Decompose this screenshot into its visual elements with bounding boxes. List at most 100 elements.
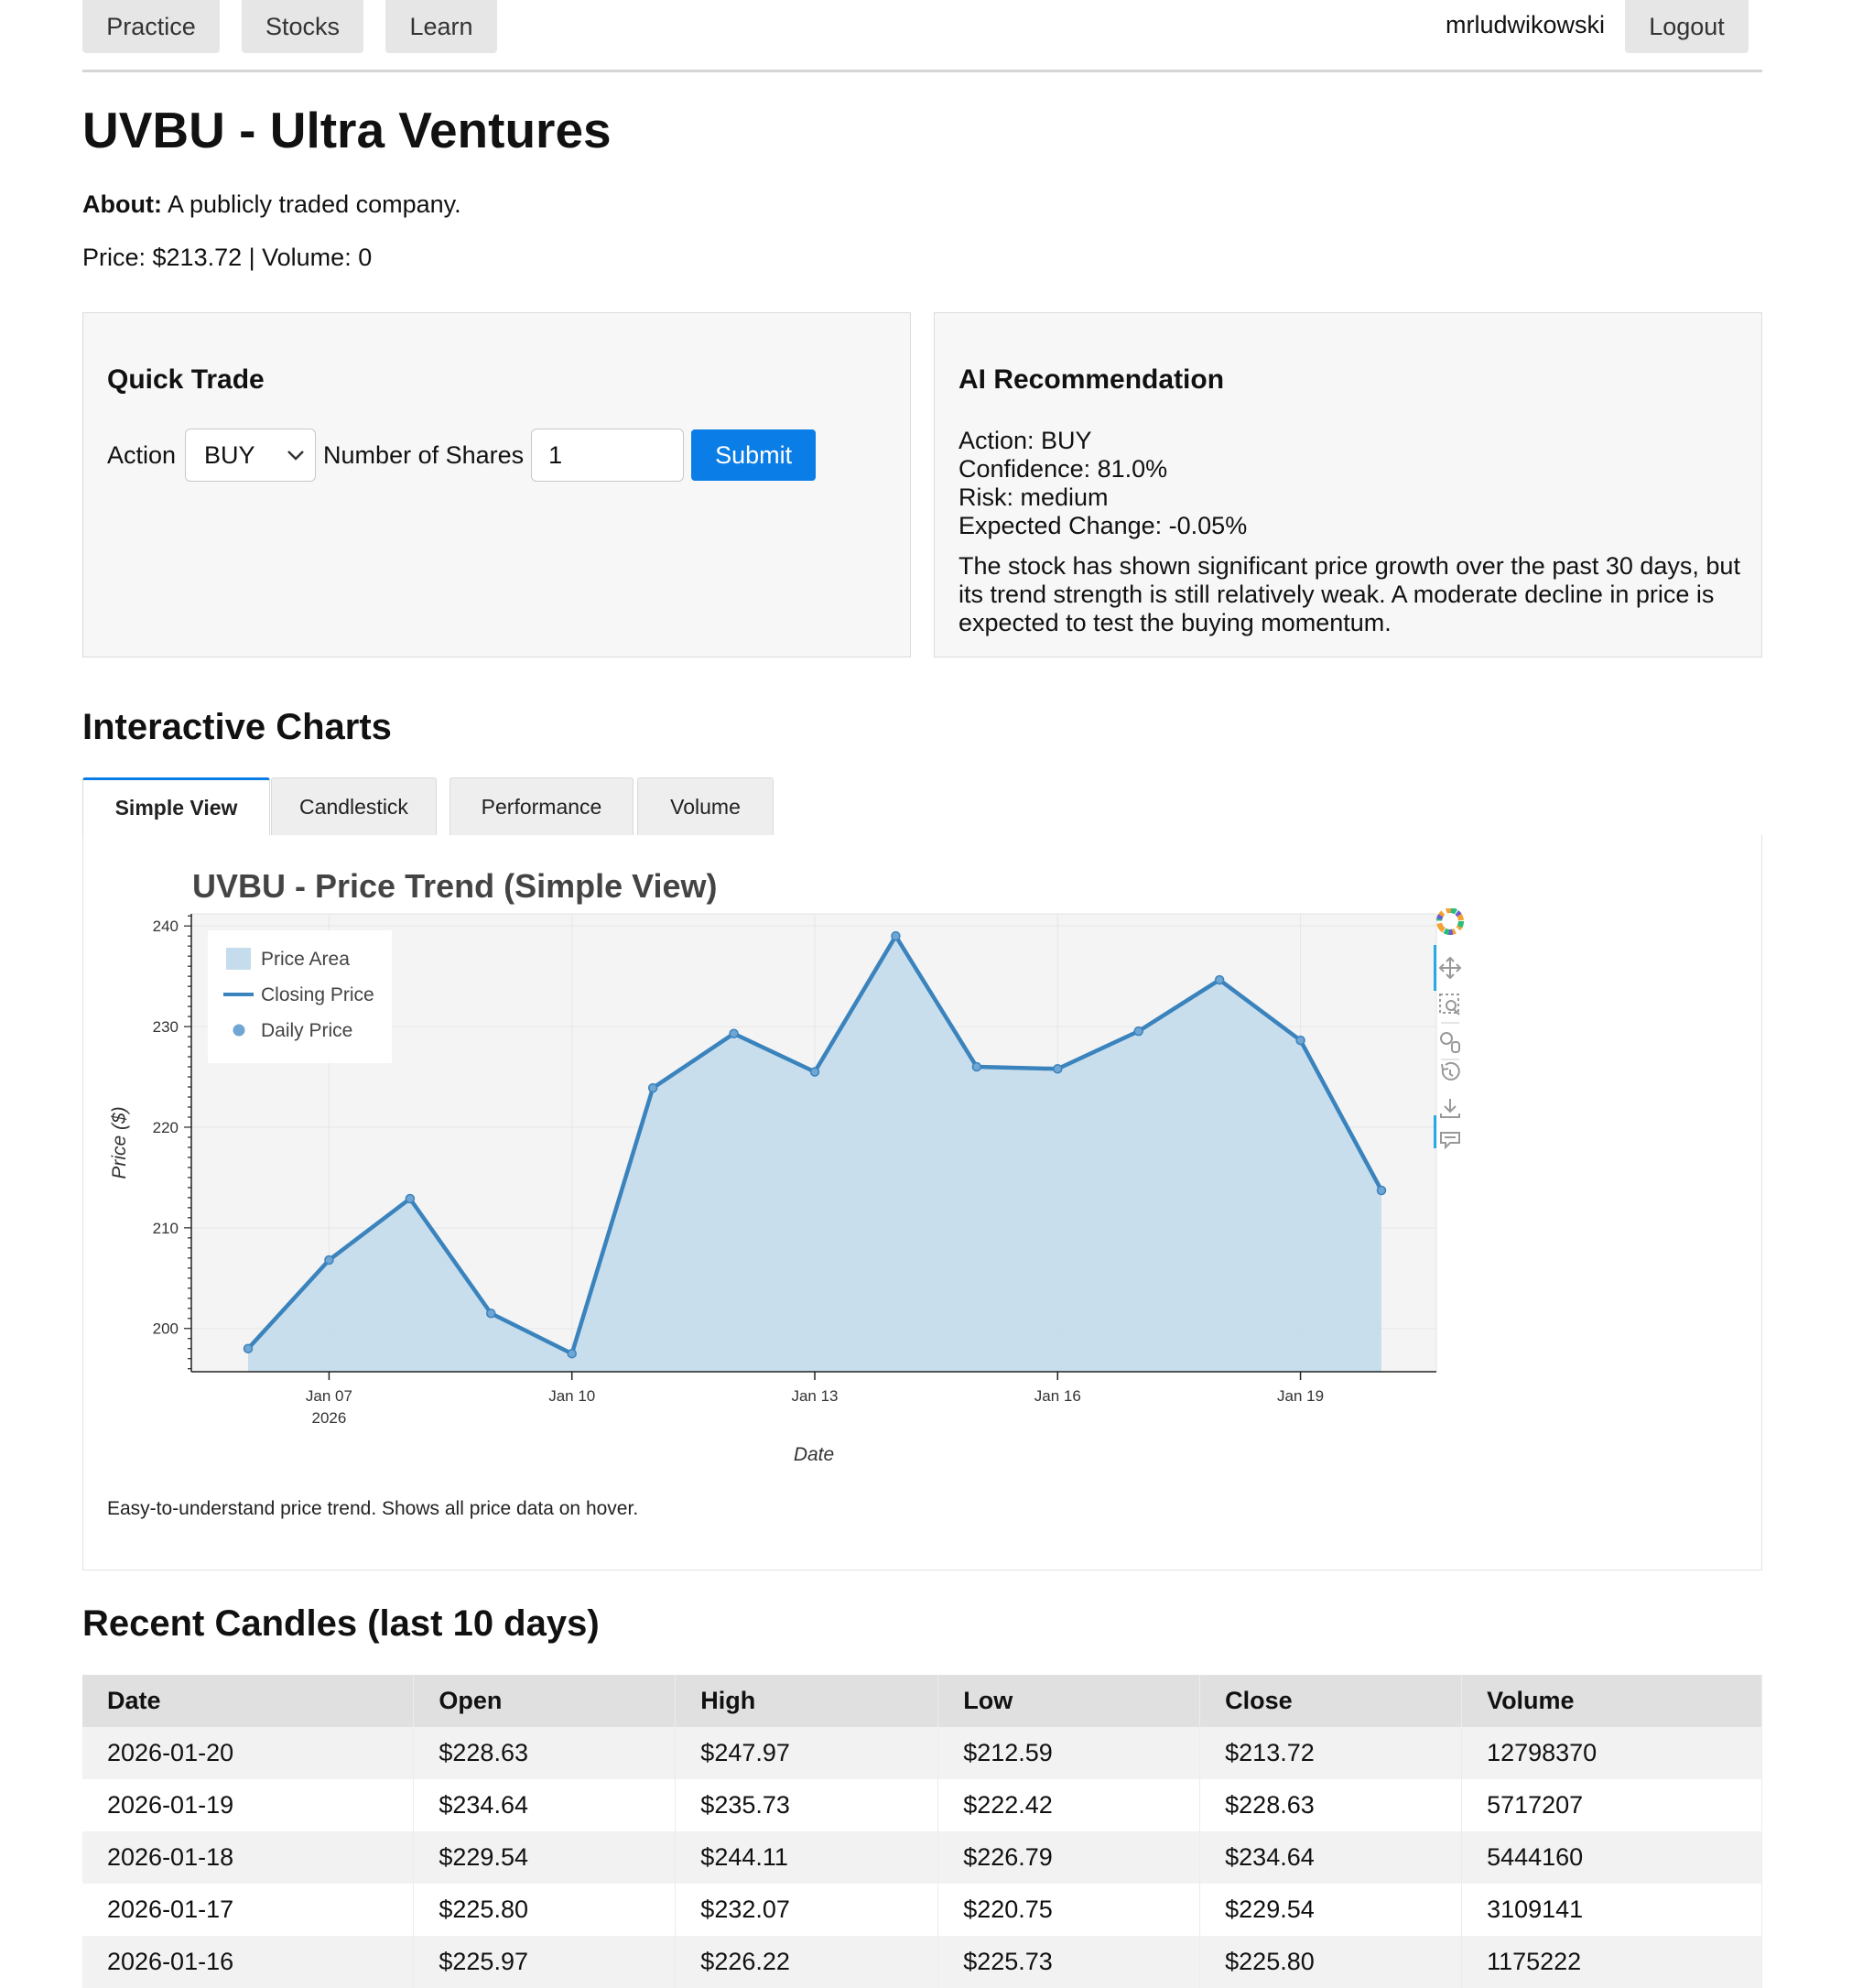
hover-icon[interactable] — [1440, 1132, 1460, 1150]
table-row: 2026-01-17 $225.80 $232.07 $220.75 $229.… — [82, 1884, 1762, 1936]
candles-table-wrapper: Date Open High Low Close Volume 2026-01-… — [82, 1675, 1762, 1988]
x-axis-title: Date — [794, 1444, 834, 1465]
shares-input[interactable]: 1 — [531, 429, 685, 482]
save-icon[interactable] — [1440, 1099, 1460, 1118]
cell-date: 2026-01-17 — [82, 1884, 415, 1936]
cell-volume: 5444160 — [1461, 1831, 1762, 1884]
legend-label-line: Closing Price — [261, 984, 374, 1005]
pan-icon[interactable] — [1438, 956, 1462, 980]
daily-price-point — [647, 1082, 658, 1093]
about-label: About: — [82, 190, 162, 218]
cell-high: $226.22 — [675, 1936, 939, 1988]
ai-explanation: The stock has shown significant price gr… — [958, 552, 1740, 636]
bokeh-logo-icon[interactable] — [1436, 907, 1464, 935]
cell-open: $234.64 — [413, 1779, 677, 1831]
cell-close: $213.72 — [1199, 1727, 1463, 1779]
legend-swatch-area — [226, 948, 251, 970]
cell-high: $232.07 — [675, 1884, 939, 1936]
tab-performance[interactable]: Performance — [449, 777, 634, 835]
daily-price-point — [324, 1255, 334, 1266]
column-header-low: Low — [937, 1675, 1201, 1727]
ai-action: Action: BUY — [958, 427, 1092, 454]
candles-table: Date Open High Low Close Volume 2026-01-… — [82, 1675, 1762, 1988]
shares-label: Number of Shares — [323, 440, 525, 469]
active-tool-marker — [1434, 945, 1436, 991]
column-header-volume: Volume — [1461, 1675, 1762, 1727]
table-header-row: Date Open High Low Close Volume — [82, 1675, 1762, 1727]
tab-candlestick[interactable]: Candlestick — [271, 777, 437, 835]
daily-price-point — [971, 1061, 982, 1072]
daily-price-point — [405, 1193, 416, 1204]
daily-price-point — [1053, 1063, 1063, 1074]
quick-trade-heading: Quick Trade — [107, 364, 265, 395]
page-title: UVBU - Ultra Ventures — [82, 102, 612, 158]
x-tick-label: Jan 16 — [1034, 1387, 1081, 1405]
chevron-down-icon — [287, 451, 304, 461]
legend-label-points: Daily Price — [261, 1020, 352, 1041]
cell-open: $228.63 — [413, 1727, 677, 1779]
top-nav: Practice Stocks Learn mrludwikowski Logo… — [82, 0, 1762, 72]
submit-button[interactable]: Submit — [691, 429, 817, 481]
nav-practice[interactable]: Practice — [82, 0, 220, 53]
chart-toolbar — [1434, 907, 1470, 1224]
ai-recommendation-panel: AI Recommendation Action: BUY Confidence… — [934, 312, 1762, 657]
column-header-open: Open — [413, 1675, 677, 1727]
about-text: About: A publicly traded company. — [82, 190, 461, 219]
daily-price-point — [809, 1067, 820, 1077]
table-row: 2026-01-18 $229.54 $244.11 $226.79 $234.… — [82, 1831, 1762, 1884]
legend-swatch-points — [233, 1024, 245, 1037]
table-row: 2026-01-19 $234.64 $235.73 $222.42 $228.… — [82, 1779, 1762, 1831]
charts-heading: Interactive Charts — [82, 707, 392, 747]
legend-label-area: Price Area — [261, 949, 350, 970]
x-tick-label: Jan 13 — [791, 1387, 838, 1405]
daily-price-point — [1133, 1026, 1143, 1037]
cell-date: 2026-01-20 — [82, 1727, 415, 1779]
daily-price-point — [1295, 1035, 1305, 1046]
y-tick-label: 240 — [153, 918, 179, 935]
candles-heading: Recent Candles (last 10 days) — [82, 1603, 600, 1644]
tab-simple-view[interactable]: Simple View — [82, 777, 270, 836]
ai-heading: AI Recommendation — [958, 364, 1225, 395]
chart-panel: UVBU - Price Trend (Simple View) 200 210 2… — [82, 835, 1762, 1570]
action-select[interactable]: BUY — [185, 429, 317, 482]
cell-date: 2026-01-19 — [82, 1779, 415, 1831]
wheel-zoom-icon[interactable] — [1440, 1032, 1460, 1053]
table-row: 2026-01-20 $228.63 $247.97 $212.59 $213.… — [82, 1727, 1762, 1779]
column-header-date: Date — [82, 1675, 415, 1727]
hover-tool-marker — [1434, 1115, 1436, 1148]
ai-expected-change: Expected Change: -0.05% — [958, 512, 1248, 539]
quick-trade-panel: Quick Trade Action BUY Number of Shares … — [82, 312, 911, 657]
table-row: 2026-01-16 $225.97 $226.22 $225.73 $225.… — [82, 1936, 1762, 1988]
reset-icon[interactable] — [1441, 1061, 1460, 1081]
trade-form: Action BUY Number of Shares 1 Submit — [107, 428, 817, 483]
daily-price-point — [729, 1028, 739, 1039]
cell-open: $225.97 — [413, 1936, 677, 1988]
logout-button[interactable]: Logout — [1625, 0, 1749, 53]
ai-risk: Risk: medium — [958, 483, 1109, 511]
nav-learn[interactable]: Learn — [385, 0, 497, 53]
cell-low: $222.42 — [937, 1779, 1201, 1831]
cell-date: 2026-01-18 — [82, 1831, 415, 1884]
y-tick-label: 210 — [153, 1220, 179, 1237]
tab-volume[interactable]: Volume — [637, 777, 774, 835]
x-tick-label: Jan 10 — [548, 1387, 595, 1405]
daily-price-point — [567, 1348, 577, 1359]
cell-low: $220.75 — [937, 1884, 1201, 1936]
cell-open: $229.54 — [413, 1831, 677, 1884]
cell-low: $225.73 — [937, 1936, 1201, 1988]
price-chart[interactable]: 200 210 220 230 240 Jan 07 2026 Jan 10 Jan 13 Jan… — [83, 835, 1548, 1476]
column-header-close: Close — [1199, 1675, 1463, 1727]
nav-stocks[interactable]: Stocks — [242, 0, 363, 53]
cell-low: $212.59 — [937, 1727, 1201, 1779]
ai-confidence: Confidence: 81.0% — [958, 455, 1168, 483]
x-tick-sublabel: 2026 — [312, 1409, 347, 1427]
box-zoom-icon[interactable] — [1439, 994, 1460, 1016]
cell-volume: 12798370 — [1461, 1727, 1762, 1779]
cell-close: $229.54 — [1199, 1884, 1463, 1936]
cell-high: $235.73 — [675, 1779, 939, 1831]
cell-high: $247.97 — [675, 1727, 939, 1779]
daily-price-point — [1214, 974, 1225, 985]
y-tick-label: 200 — [153, 1320, 179, 1338]
cell-volume: 1175222 — [1461, 1936, 1762, 1988]
cell-date: 2026-01-16 — [82, 1936, 415, 1988]
